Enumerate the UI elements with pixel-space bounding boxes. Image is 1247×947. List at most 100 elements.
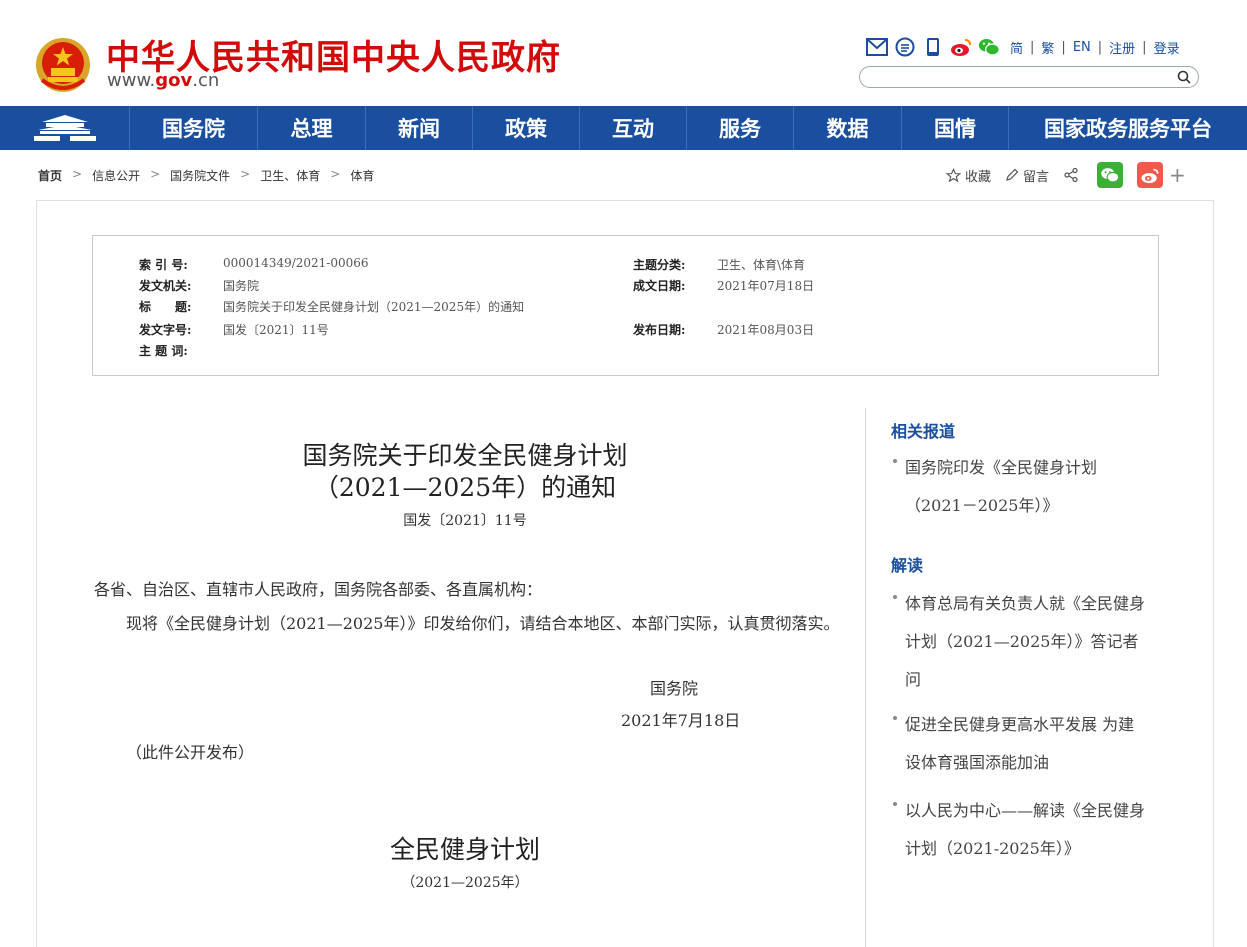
main-nav: 国务院 总理 新闻 政策 互动 服务 数据 国情 国家政务服务平台 [0, 106, 1247, 150]
meta-doc-no-row: 发文字号: 国发〔2021〕11号 [139, 321, 329, 338]
share-icon [1064, 167, 1078, 183]
breadcrumb-item[interactable]: 体育 [350, 167, 374, 184]
weibo-icon [1141, 168, 1159, 183]
meta-issuer-label: 发文机关: [139, 279, 192, 293]
breadcrumb-home[interactable]: 首页 [38, 167, 62, 184]
article-title-line: （2021—2025年）的通知 [313, 473, 617, 502]
more-share-button[interactable]: + [1169, 163, 1186, 187]
share-button[interactable] [1063, 167, 1083, 183]
favorite-label: 收藏 [965, 169, 992, 185]
article-title: 国务院关于印发全民健身计划 （2021—2025年）的通知 [80, 440, 850, 504]
interpret-link[interactable]: 促进全民健身更高水平发展 为建设体育强国添能加油 [891, 706, 1146, 782]
lang-links: 简 | 繁 | EN | 注册 | 登录 [1010, 38, 1180, 57]
nav-item-service-platform[interactable]: 国家政务服务平台 [1009, 106, 1247, 150]
interpret-link[interactable]: 以人民为中心——解读《全民健身计划（2021-2025年）》 [891, 792, 1146, 868]
meta-topic-label: 主题分类: [633, 258, 686, 272]
meta-title-label: 标 题: [139, 300, 192, 314]
share-tools: 收藏 留言 + [946, 162, 1186, 188]
nav-home[interactable] [0, 106, 130, 150]
breadcrumb-separator: > [150, 167, 161, 181]
breadcrumb-bar: 首页 > 信息公开 > 国务院文件 > 卫生、体育 > 体育 收藏 留言 + [0, 150, 1247, 200]
breadcrumb-separator: > [240, 167, 251, 181]
nav-item-national-info[interactable]: 国情 [902, 106, 1009, 150]
meta-title-row: 标 题: 国务院关于印发全民健身计划（2021—2025年）的通知 [139, 298, 524, 315]
login-link[interactable]: 登录 [1154, 38, 1180, 57]
site-url-prefix: www. [107, 70, 156, 91]
meta-written-value: 2021年07月18日 [717, 279, 815, 293]
meta-index-label: 索 引 号: [139, 258, 188, 272]
nav-item-services[interactable]: 服务 [687, 106, 794, 150]
meta-keywords-row: 主 题 词: [139, 342, 223, 359]
article-public-note: （此件公开发布） [126, 743, 255, 762]
nav-item-interaction[interactable]: 互动 [580, 106, 687, 150]
national-emblem-icon[interactable] [34, 36, 92, 94]
favorite-button[interactable]: 收藏 [946, 166, 991, 185]
pencil-icon [1006, 168, 1019, 181]
meta-doc-no-value: 国发〔2021〕11号 [223, 323, 329, 337]
plan-years: （2021—2025年） [401, 875, 529, 891]
related-heading: 相关报道 [891, 422, 956, 441]
header-tools: 简 | 繁 | EN | 注册 | 登录 [866, 36, 1180, 58]
plan-title: 全民健身计划 [389, 835, 540, 864]
meta-title-value: 国务院关于印发全民健身计划（2021—2025年）的通知 [223, 300, 525, 314]
tiananmen-icon [33, 115, 96, 141]
document-meta-box: 索 引 号: 000014349/2021-00066 发文机关: 国务院 标 … [92, 235, 1159, 376]
article-body-paragraph: 现将《全民健身计划（2021—2025年）》印发给你们，请结合本地区、本部门实际… [126, 614, 840, 633]
meta-doc-no-label: 发文字号: [139, 323, 192, 337]
star-icon [946, 167, 961, 182]
interpret-link[interactable]: 体育总局有关负责人就《全民健身计划（2021—2025年）》答记者问 [891, 585, 1146, 699]
related-link[interactable]: 国务院印发《全民健身计划（2021－2025年）》 [891, 449, 1146, 525]
nav-item-state-council[interactable]: 国务院 [130, 106, 258, 150]
article-title-line: 国务院关于印发全民健身计划 [302, 441, 628, 470]
nav-item-data[interactable]: 数据 [794, 106, 902, 150]
breadcrumb-separator: > [72, 167, 83, 181]
meta-written-label: 成文日期: [633, 279, 686, 293]
meta-published-row: 发布日期: 2021年08月03日 [633, 321, 814, 338]
interpret-heading: 解读 [891, 556, 924, 575]
wechat-icon[interactable] [978, 36, 1000, 58]
weibo-icon[interactable] [950, 36, 972, 58]
article-signer: 国务院 [650, 679, 699, 698]
article-addressee: 各省、自治区、直辖市人民政府，国务院各部委、各直属机构： [94, 580, 543, 599]
article-doc-number: 国发〔2021〕11号 [403, 513, 527, 529]
nav-item-policy[interactable]: 政策 [473, 106, 580, 150]
site-header: 中华人民共和国中央人民政府 www.gov.cn 简 | 繁 | EN | 注册 | 登… [0, 0, 1247, 106]
site-url-domain: gov [155, 70, 193, 91]
breadcrumb-item[interactable]: 国务院文件 [170, 167, 230, 184]
breadcrumb: 首页 > 信息公开 > 国务院文件 > 卫生、体育 > 体育 [38, 167, 374, 184]
meta-index-row: 索 引 号: 000014349/2021-00066 [139, 256, 369, 273]
mail-icon[interactable] [866, 36, 888, 58]
lang-simplified-link[interactable]: 简 [1010, 38, 1023, 57]
article-sign-date: 2021年7月18日 [621, 711, 741, 730]
lang-english-link[interactable]: EN [1073, 40, 1091, 55]
wechat-share-button[interactable] [1097, 162, 1124, 188]
chat-icon[interactable] [894, 36, 916, 58]
breadcrumb-separator: > [330, 167, 341, 181]
comment-button[interactable]: 留言 [1005, 166, 1049, 185]
meta-published-label: 发布日期: [633, 323, 686, 337]
meta-published-value: 2021年08月03日 [717, 323, 815, 337]
meta-written-row: 成文日期: 2021年07月18日 [633, 277, 814, 294]
breadcrumb-item[interactable]: 卫生、体育 [260, 167, 320, 184]
breadcrumb-item[interactable]: 信息公开 [92, 167, 140, 184]
related-sidebar: 相关报道 国务院印发《全民健身计划（2021－2025年）》 解读 体育总局有关… [865, 408, 1166, 947]
meta-issuer-value: 国务院 [223, 279, 260, 293]
search-input[interactable] [872, 69, 1166, 87]
comment-label: 留言 [1023, 169, 1050, 185]
weibo-share-button[interactable] [1137, 162, 1164, 188]
site-url[interactable]: www.gov.cn [107, 70, 219, 91]
meta-topic-value: 卫生、体育\体育 [717, 258, 806, 272]
register-link[interactable]: 注册 [1109, 38, 1135, 57]
wechat-icon [1101, 168, 1120, 183]
meta-index-value: 000014349/2021-00066 [223, 256, 369, 270]
meta-issuer-row: 发文机关: 国务院 [139, 277, 259, 294]
search-icon[interactable] [1176, 69, 1192, 85]
meta-keywords-label: 主 题 词: [139, 344, 188, 358]
lang-traditional-link[interactable]: 繁 [1041, 38, 1054, 57]
mobile-icon[interactable] [922, 36, 944, 58]
meta-topic-row: 主题分类: 卫生、体育\体育 [633, 256, 805, 273]
search-box [859, 66, 1199, 88]
nav-item-premier[interactable]: 总理 [258, 106, 366, 150]
site-url-suffix: .cn [192, 70, 220, 91]
nav-item-news[interactable]: 新闻 [366, 106, 473, 150]
